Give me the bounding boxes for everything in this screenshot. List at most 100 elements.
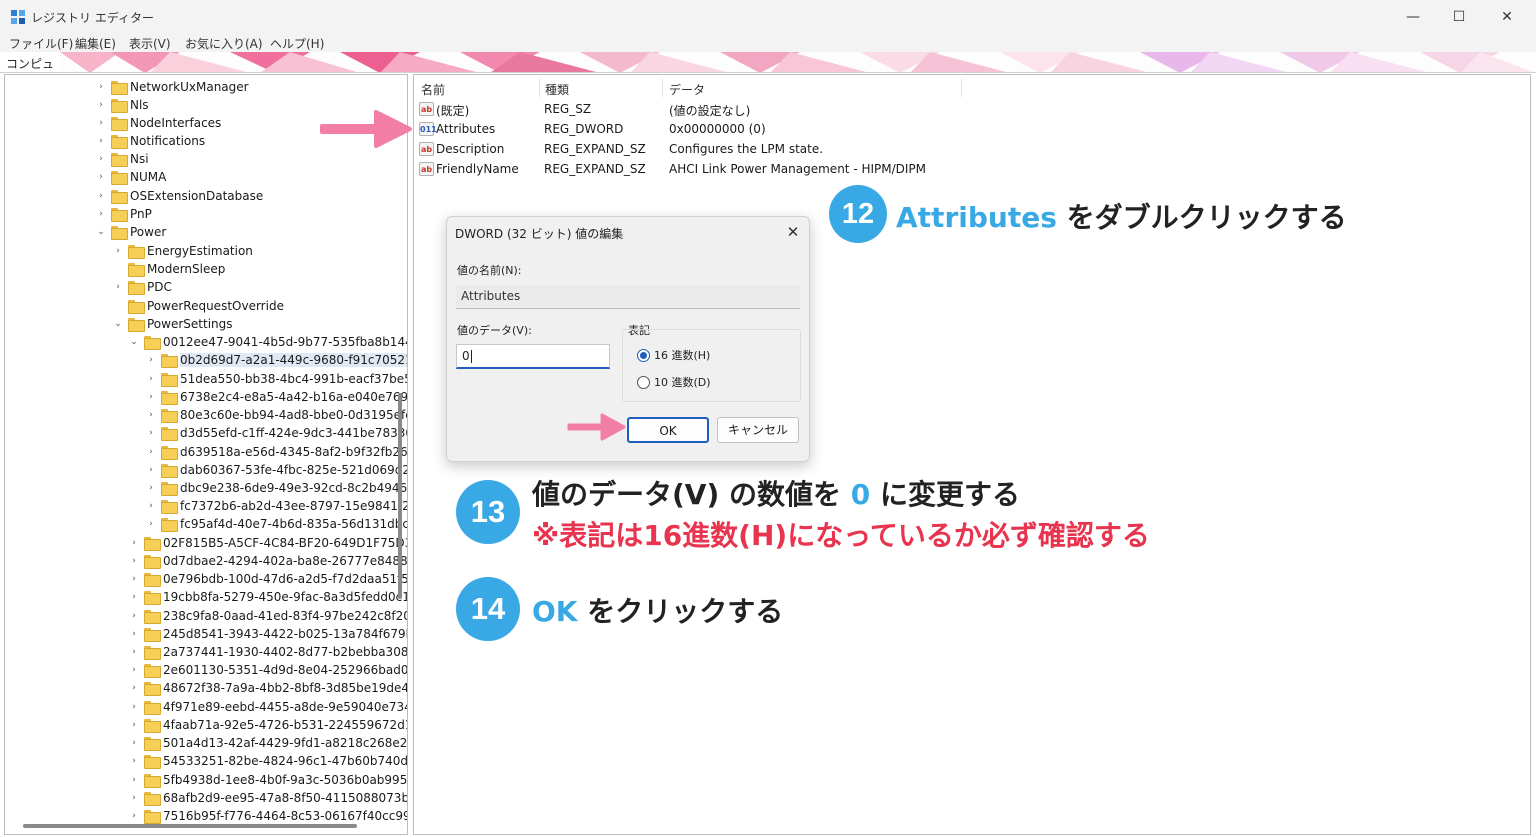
tree-item-guid[interactable]: › dab60367-53fe-4fbc-825e-521d069d2456 xyxy=(146,461,407,479)
chevron-right-icon[interactable]: › xyxy=(113,246,123,256)
tree-item-guid[interactable]: › 68afb2d9-ee95-47a8-8f50-4115088073b1 xyxy=(129,789,407,807)
tree-item-guid[interactable]: › 51dea550-bb38-4bc4-991b-eacf37be5ec8 xyxy=(146,370,407,388)
value-data-input[interactable]: 0 xyxy=(456,344,610,369)
close-button[interactable]: ✕ xyxy=(1484,0,1530,34)
value-row-default[interactable]: ab (既定) REG_SZ (値の設定なし) xyxy=(414,99,1014,119)
chevron-right-icon[interactable]: › xyxy=(96,172,106,182)
chevron-right-icon[interactable]: › xyxy=(96,118,106,128)
tree-item-guid[interactable]: › 54533251-82be-4824-96c1-47b60b740d00 xyxy=(129,752,407,770)
chevron-right-icon[interactable]: › xyxy=(129,629,139,639)
tree-item-guid[interactable]: ⌄ 0012ee47-9041-4b5d-9b77-535fba8b1442 xyxy=(129,333,407,351)
tree-item-guid[interactable]: › 7516b95f-f776-4464-8c53-06167f40cc99 xyxy=(129,807,407,825)
chevron-right-icon[interactable]: › xyxy=(129,592,139,602)
tree-item-guid[interactable]: › 80e3c60e-bb94-4ad8-bbe0-0d3195efc663 xyxy=(146,406,407,424)
tree-item-guid[interactable]: › 501a4d13-42af-4429-9fd1-a8218c268e20 xyxy=(129,734,407,752)
chevron-right-icon[interactable]: › xyxy=(96,191,106,201)
chevron-right-icon[interactable]: › xyxy=(96,82,106,92)
chevron-right-icon[interactable]: › xyxy=(129,611,139,621)
chevron-right-icon[interactable]: › xyxy=(146,519,156,529)
chevron-right-icon[interactable]: › xyxy=(96,100,106,110)
tree-item-guid[interactable]: › dbc9e238-6de9-49e3-92cd-8c2b4946b472 xyxy=(146,479,407,497)
chevron-right-icon[interactable]: › xyxy=(146,410,156,420)
chevron-right-icon[interactable]: › xyxy=(129,793,139,803)
tree-item-guid[interactable]: › 0e796bdb-100d-47d6-a2d5-f7d2daa51f51 xyxy=(129,570,407,588)
chevron-right-icon[interactable]: › xyxy=(146,355,156,365)
menu-file[interactable]: ファイル(F) xyxy=(9,35,73,52)
chevron-right-icon[interactable]: › xyxy=(146,428,156,438)
tree-item-numa[interactable]: › NUMA xyxy=(96,168,166,186)
value-row-attributes[interactable]: 011 Attributes REG_DWORD 0x00000000 (0) xyxy=(414,119,1014,139)
tree-horizontal-scrollbar[interactable] xyxy=(23,824,357,828)
tree-item-power[interactable]: ⌄ Power xyxy=(96,223,166,241)
tree-item-guid[interactable]: › 238c9fa8-0aad-41ed-83f4-97be242c8f20 xyxy=(129,607,407,625)
menu-help[interactable]: ヘルプ(H) xyxy=(270,35,324,52)
chevron-right-icon[interactable]: › xyxy=(146,465,156,475)
minimize-button[interactable]: — xyxy=(1390,0,1436,34)
tree-item-guid[interactable]: › 19cbb8fa-5279-450e-9fac-8a3d5fedd0c1 xyxy=(129,588,407,606)
tree-item-guid[interactable]: › d3d55efd-c1ff-424e-9dc3-441be7833010 xyxy=(146,424,407,442)
value-row-description[interactable]: ab Description REG_EXPAND_SZ Configures … xyxy=(414,139,1014,159)
chevron-right-icon[interactable]: › xyxy=(129,720,139,730)
tree-item-guid[interactable]: › 48672f38-7a9a-4bb2-8bf8-3d85be19de4e xyxy=(129,679,407,697)
column-divider[interactable] xyxy=(662,79,663,97)
tree-item-guid[interactable]: › 2a737441-1930-4402-8d77-b2bebba308a3 xyxy=(129,643,407,661)
chevron-right-icon[interactable]: › xyxy=(96,136,106,146)
chevron-right-icon[interactable]: › xyxy=(129,738,139,748)
chevron-right-icon[interactable]: › xyxy=(113,282,123,292)
chevron-right-icon[interactable]: › xyxy=(129,665,139,675)
address-bar[interactable]: コンピューター xyxy=(0,52,1536,73)
tree-item-guid[interactable]: › 4faab71a-92e5-4726-b531-224559672d19 xyxy=(129,716,407,734)
chevron-right-icon[interactable]: › xyxy=(129,811,139,821)
tree-item-guid[interactable]: › d639518a-e56d-4345-8af2-b9f32fb26109 xyxy=(146,443,407,461)
tree-item-modernsleep[interactable]: ModernSleep xyxy=(113,260,225,278)
radio-selected-icon[interactable] xyxy=(637,348,650,362)
chevron-right-icon[interactable]: › xyxy=(129,647,139,657)
cancel-button[interactable]: キャンセル xyxy=(717,417,799,443)
ok-button[interactable]: OK xyxy=(627,417,709,443)
tree-item-guid[interactable]: › 6738e2c4-e8a5-4a42-b16a-e040e769756e xyxy=(146,388,407,406)
column-divider[interactable] xyxy=(961,79,962,97)
chevron-right-icon[interactable]: › xyxy=(129,756,139,766)
chevron-right-icon[interactable]: › xyxy=(129,574,139,584)
tree-item-osextensiondatabase[interactable]: › OSExtensionDatabase xyxy=(96,187,263,205)
chevron-right-icon[interactable]: › xyxy=(146,483,156,493)
chevron-right-icon[interactable]: › xyxy=(146,447,156,457)
tree-item-guid[interactable]: › 02F815B5-A5CF-4C84-BF20-649D1F75D3D8 xyxy=(129,534,407,552)
tree-item-powersettings[interactable]: ⌄ PowerSettings xyxy=(113,315,233,333)
key-tree-pane[interactable]: › NetworkUxManager › Nls › NodeInterfaces ›… xyxy=(4,74,408,835)
chevron-right-icon[interactable]: › xyxy=(146,392,156,402)
chevron-right-icon[interactable]: › xyxy=(146,501,156,511)
tree-item-nls[interactable]: › Nls xyxy=(96,96,149,114)
tree-item-guid[interactable]: › 4f971e89-eebd-4455-a8de-9e59040e7347 xyxy=(129,698,407,716)
chevron-right-icon[interactable]: › xyxy=(129,702,139,712)
chevron-right-icon[interactable]: › xyxy=(146,374,156,384)
tree-item-guid[interactable]: › 5fb4938d-1ee8-4b0f-9a3c-5036b0ab995c xyxy=(129,771,407,789)
maximize-button[interactable]: ☐ xyxy=(1436,0,1482,34)
tree-item-pdc[interactable]: › PDC xyxy=(113,278,172,296)
tree-item-guid[interactable]: › 245d8541-3943-4422-b025-13a784f679b7 xyxy=(129,625,407,643)
tree-item-guid[interactable]: › fc95af4d-40e7-4b6d-835a-56d131dbc80e xyxy=(146,515,407,533)
value-row-friendlyname[interactable]: ab FriendlyName REG_EXPAND_SZ AHCI Link … xyxy=(414,159,1014,179)
column-divider[interactable] xyxy=(539,79,540,97)
tree-item-energyestimation[interactable]: › EnergyEstimation xyxy=(113,242,253,260)
tree-item-guid-selected[interactable]: › 0b2d69d7-a2a1-449c-9680-f91c70521c60 xyxy=(146,351,407,369)
tree-item-guid[interactable]: › 2e601130-5351-4d9d-8e04-252966bad054 xyxy=(129,661,407,679)
tree-item-guid[interactable]: › fc7372b6-ab2d-43ee-8797-15e9841f2cca xyxy=(146,497,407,515)
chevron-down-icon[interactable]: ⌄ xyxy=(113,319,123,329)
column-header-data[interactable]: データ xyxy=(669,81,705,98)
chevron-right-icon[interactable]: › xyxy=(96,154,106,164)
column-header-name[interactable]: 名前 xyxy=(421,81,445,98)
dialog-close-button[interactable]: ✕ xyxy=(783,222,803,242)
chevron-down-icon[interactable]: ⌄ xyxy=(129,337,139,347)
chevron-right-icon[interactable]: › xyxy=(129,683,139,693)
tree-item-powerrequestoverride[interactable]: PowerRequestOverride xyxy=(113,297,284,315)
column-header-type[interactable]: 種類 xyxy=(545,81,569,98)
tree-item-nodeinterfaces[interactable]: › NodeInterfaces xyxy=(96,114,221,132)
chevron-right-icon[interactable]: › xyxy=(129,775,139,785)
tree-item-pnp[interactable]: › PnP xyxy=(96,205,152,223)
menu-favorites[interactable]: お気に入り(A) xyxy=(185,35,263,52)
menu-edit[interactable]: 編集(E) xyxy=(75,35,116,52)
menu-view[interactable]: 表示(V) xyxy=(129,35,171,52)
tree-vertical-scrollbar[interactable] xyxy=(398,393,402,599)
chevron-right-icon[interactable]: › xyxy=(129,538,139,548)
